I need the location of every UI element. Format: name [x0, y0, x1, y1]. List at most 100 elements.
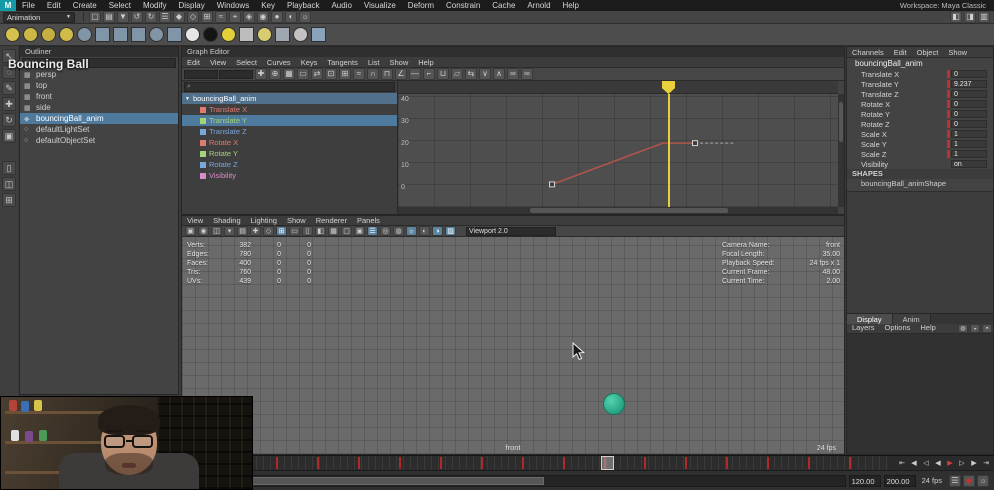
menu-item[interactable]: Arnold: [521, 0, 556, 11]
step-tangent-icon[interactable]: ⌐: [423, 68, 435, 80]
two-pane-layout-icon[interactable]: ◫: [2, 177, 16, 191]
workspace-selector[interactable]: Workspace: Maya Classic: [892, 1, 994, 10]
frame-playback-range-icon[interactable]: ⊞: [339, 68, 351, 80]
lock-camera-icon[interactable]: ◉: [198, 226, 209, 236]
texture-checker-icon[interactable]: [239, 27, 254, 42]
material-white-ball-icon[interactable]: [185, 27, 200, 42]
channel-box-menu[interactable]: Channels: [847, 47, 889, 57]
ep-curve-tool-icon[interactable]: [23, 27, 38, 42]
material-yellow-ball-icon[interactable]: [221, 27, 236, 42]
menu-item[interactable]: Cache: [486, 0, 521, 11]
field-chart-icon[interactable]: ▦: [328, 226, 339, 236]
layer-tab-anim[interactable]: Anim: [893, 314, 931, 324]
new-empty-layer-icon[interactable]: ◒: [970, 324, 980, 333]
auto-keyframe-icon[interactable]: ◆: [963, 475, 975, 487]
ge-channel-visibility[interactable]: Visibility: [182, 170, 397, 181]
poly-torus-icon[interactable]: [149, 27, 164, 42]
cv-curve-tool-icon[interactable]: [5, 27, 20, 42]
viewport-menu[interactable]: Shading: [208, 216, 246, 225]
safe-title-icon[interactable]: ▣: [354, 226, 365, 236]
outliner-item-side[interactable]: ▦ side: [20, 102, 178, 113]
step-forward-key-button[interactable]: ▷: [956, 457, 968, 470]
channel-value-field[interactable]: on: [951, 160, 987, 168]
channel-value-field[interactable]: 1: [951, 130, 987, 138]
camera-attributes-icon[interactable]: ◫: [211, 226, 222, 236]
select-by-component-icon[interactable]: ◇: [187, 11, 199, 23]
anti-aliasing-icon[interactable]: ▨: [445, 226, 456, 236]
xray-icon[interactable]: ◎: [380, 226, 391, 236]
stats-frame-field[interactable]: [184, 70, 218, 79]
ge-channel-rotate-z[interactable]: Rotate Z: [182, 159, 397, 170]
gate-mask-icon[interactable]: ◧: [315, 226, 326, 236]
snap-to-plane-icon[interactable]: ◈: [243, 11, 255, 23]
select-camera-icon[interactable]: ▣: [185, 226, 196, 236]
step-back-key-button[interactable]: ◁: [920, 457, 932, 470]
graph-editor-menu[interactable]: Help: [413, 57, 438, 67]
ge-playhead[interactable]: [668, 94, 670, 207]
layer-editor-menu[interactable]: Options: [880, 323, 916, 333]
spline-tangent-icon[interactable]: ∩: [367, 68, 379, 80]
layer-editor-menu[interactable]: Layers: [847, 323, 880, 333]
default-lighting-icon[interactable]: ☼: [406, 226, 417, 236]
move-layer-icon[interactable]: ◍: [958, 324, 968, 333]
poly-sphere-icon[interactable]: [77, 27, 92, 42]
resolution-gate-icon[interactable]: ▯: [302, 226, 313, 236]
menu-item[interactable]: Select: [103, 0, 137, 11]
lattice-deform-keys-icon[interactable]: ▦: [283, 68, 295, 80]
swap-buffer-curve-icon[interactable]: ⇆: [465, 68, 477, 80]
new-scene-icon[interactable]: ▢: [89, 11, 101, 23]
outliner-item-top[interactable]: ▦ top: [20, 80, 178, 91]
graph-editor-menu[interactable]: View: [205, 57, 231, 67]
menu-item[interactable]: Deform: [402, 0, 440, 11]
ge-playhead-marker[interactable]: [662, 81, 675, 94]
grid-toggle-icon[interactable]: ⊞: [276, 226, 287, 236]
scrollbar-thumb[interactable]: [839, 102, 843, 142]
flat-tangent-icon[interactable]: —: [409, 68, 421, 80]
menu-item[interactable]: Edit: [41, 0, 67, 11]
channel-box-menu[interactable]: Edit: [889, 47, 912, 57]
ncloth-icon[interactable]: [311, 27, 326, 42]
select-by-hierarchy-icon[interactable]: ☰: [159, 11, 171, 23]
rotate-tool-icon[interactable]: ↻: [2, 113, 16, 127]
graph-editor-menu[interactable]: Show: [385, 57, 414, 67]
play-backwards-button[interactable]: ◀: [932, 457, 944, 470]
hud-toggle-icon[interactable]: ☰: [367, 226, 378, 236]
animation-preferences-icon[interactable]: ☼: [977, 475, 989, 487]
outliner-item-defaultobjectset[interactable]: ○ defaultObjectSet: [20, 135, 178, 146]
ipr-render-icon[interactable]: ◐: [285, 11, 297, 23]
stats-value-field[interactable]: [219, 70, 253, 79]
menu-item[interactable]: Key: [255, 0, 281, 11]
menu-item[interactable]: Modify: [137, 0, 173, 11]
bookmarks-icon[interactable]: ▾: [224, 226, 235, 236]
graph-editor-plot[interactable]: 403020100: [398, 94, 838, 207]
layer-tab-display[interactable]: Display: [847, 314, 893, 324]
break-tangents-icon[interactable]: ∨: [479, 68, 491, 80]
channel-box-toggle-icon[interactable]: ▥: [978, 11, 990, 23]
snap-to-point-icon[interactable]: ⌖: [229, 11, 241, 23]
ge-channel-translate-y[interactable]: Translate Y: [182, 115, 397, 126]
go-to-playback-start-button[interactable]: ⇤: [896, 457, 908, 470]
layer-list[interactable]: [847, 334, 993, 455]
outliner-item-bouncingball[interactable]: ◆ bouncingBall_anim: [20, 113, 178, 124]
channel-scale-z[interactable]: Scale Z 1: [847, 149, 993, 159]
outliner-item-front[interactable]: ▦ front: [20, 91, 178, 102]
open-scene-icon[interactable]: ▤: [103, 11, 115, 23]
insert-keys-icon[interactable]: ⊕: [269, 68, 281, 80]
tool-settings-toggle-icon[interactable]: ◨: [964, 11, 976, 23]
graph-editor-menu[interactable]: Edit: [182, 57, 205, 67]
linear-tangent-icon[interactable]: ∠: [395, 68, 407, 80]
shape-node-name[interactable]: bouncingBall_animShape: [847, 179, 993, 189]
utility-gear-icon[interactable]: [293, 27, 308, 42]
frame-all-icon[interactable]: ⊡: [325, 68, 337, 80]
clamped-tangent-icon[interactable]: ⊓: [381, 68, 393, 80]
scale-tool-icon[interactable]: ▣: [2, 129, 16, 143]
graph-horizontal-scrollbar[interactable]: [398, 207, 838, 214]
region-key-tool-icon[interactable]: ▭: [297, 68, 309, 80]
menu-item[interactable]: Help: [557, 0, 585, 11]
channel-visibility[interactable]: Visibility on: [847, 159, 993, 169]
menu-item[interactable]: Display: [173, 0, 211, 11]
two-d-pan-zoom-icon[interactable]: ✚: [250, 226, 261, 236]
menu-item[interactable]: Visualize: [358, 0, 402, 11]
light-icon[interactable]: [257, 27, 272, 42]
material-black-ball-icon[interactable]: [203, 27, 218, 42]
